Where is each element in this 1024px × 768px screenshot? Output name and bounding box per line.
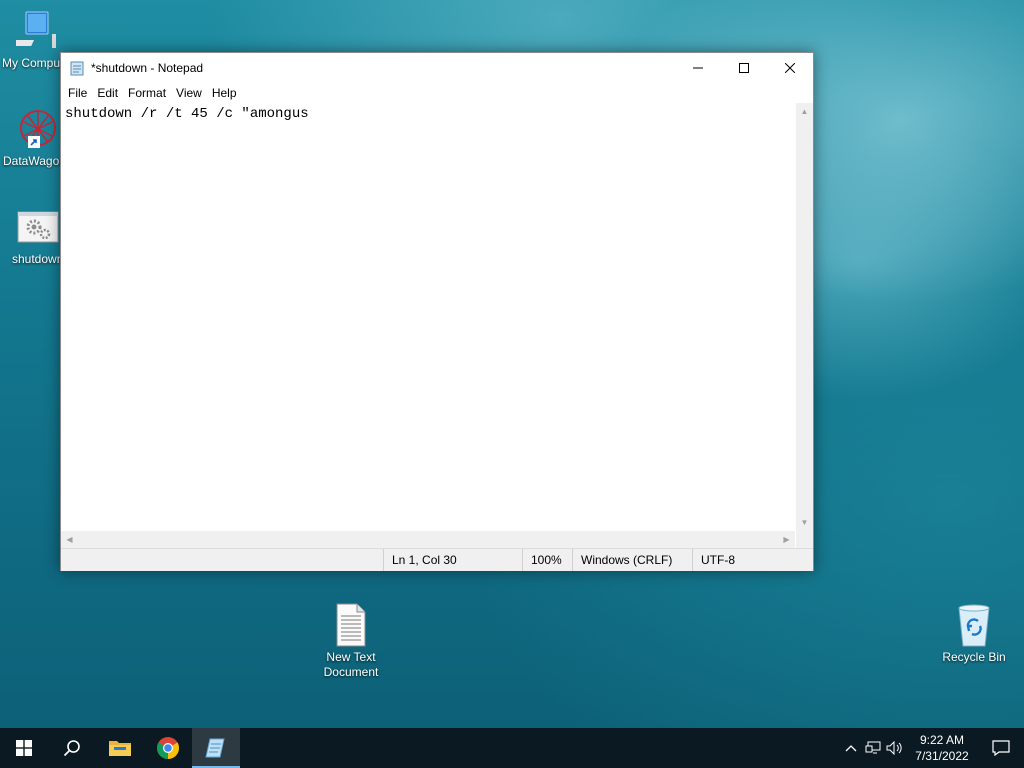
scroll-right-icon[interactable]: ▶ (778, 531, 795, 548)
notification-icon (992, 740, 1010, 756)
status-encoding: UTF-8 (692, 549, 813, 571)
notepad-icon (69, 60, 85, 76)
start-button[interactable] (0, 728, 48, 768)
menu-edit[interactable]: Edit (92, 86, 123, 100)
computer-icon (5, 10, 60, 54)
datawagon-icon (16, 108, 60, 152)
status-line-endings: Windows (CRLF) (572, 549, 692, 571)
clock-time: 9:22 AM (919, 733, 965, 747)
close-icon (785, 63, 795, 73)
volume-button[interactable] (884, 728, 906, 768)
search-icon (63, 740, 80, 757)
scroll-down-icon[interactable]: ▼ (796, 514, 813, 531)
action-center-button[interactable] (978, 728, 1024, 768)
windows-start-icon (16, 740, 32, 756)
taskbar: 9:22 AM 7/31/2022 (0, 728, 1024, 768)
vertical-scrollbar[interactable]: ▲ ▼ (796, 103, 813, 531)
clock-date: 7/31/2022 (915, 749, 969, 763)
clock[interactable]: 9:22 AM 7/31/2022 (906, 732, 978, 764)
status-zoom: 100% (522, 549, 572, 571)
status-bar: Ln 1, Col 30 100% Windows (CRLF) UTF-8 (61, 548, 813, 571)
text-file-icon (333, 602, 369, 648)
desktop-icon-new-text-document[interactable]: New Text Document (313, 602, 389, 680)
notepad-icon (205, 738, 225, 758)
desktop-icon-label: DataWagon (3, 154, 63, 168)
chrome-button[interactable] (144, 728, 192, 768)
file-explorer-button[interactable] (96, 728, 144, 768)
maximize-button[interactable] (721, 53, 767, 83)
minimize-button[interactable] (675, 53, 721, 83)
horizontal-scrollbar[interactable]: ◀ ▶ (61, 531, 795, 548)
close-button[interactable] (767, 53, 813, 83)
scrollbar-corner (796, 531, 813, 548)
speaker-icon (886, 741, 902, 755)
notepad-window[interactable]: *shutdown - Notepad File Edit Format Vie… (60, 52, 814, 571)
title-bar[interactable]: *shutdown - Notepad (61, 53, 813, 83)
show-hidden-icons-button[interactable] (840, 728, 862, 768)
window-title: *shutdown - Notepad (91, 61, 204, 75)
chevron-up-icon (845, 745, 857, 752)
scroll-left-icon[interactable]: ◀ (61, 531, 78, 548)
desktop-icon-label: Recycle Bin (942, 650, 1006, 664)
menu-view[interactable]: View (171, 86, 207, 100)
desktop-icon-label: New Text Document (323, 650, 379, 679)
text-editor[interactable]: shutdown /r /t 45 /c "amongus (61, 103, 795, 531)
network-icon (865, 741, 881, 754)
file-explorer-icon (109, 741, 131, 756)
menu-bar: File Edit Format View Help (61, 83, 813, 103)
scroll-up-icon[interactable]: ▲ (796, 103, 813, 120)
desktop-icon-label: My Computer (2, 56, 62, 70)
system-tray: 9:22 AM 7/31/2022 (840, 728, 1024, 768)
search-button[interactable] (48, 728, 96, 768)
batch-file-gear-icon (16, 210, 60, 250)
desktop-icon-recycle-bin[interactable]: Recycle Bin (936, 602, 1012, 665)
notepad-taskbar-button[interactable] (192, 728, 240, 768)
network-button[interactable] (862, 728, 884, 768)
maximize-icon (739, 63, 749, 73)
menu-format[interactable]: Format (123, 86, 171, 100)
menu-file[interactable]: File (63, 86, 92, 100)
menu-help[interactable]: Help (207, 86, 242, 100)
minimize-icon (693, 67, 703, 69)
status-position: Ln 1, Col 30 (383, 549, 523, 571)
recycle-bin-icon (954, 602, 994, 648)
chrome-icon (157, 737, 179, 759)
